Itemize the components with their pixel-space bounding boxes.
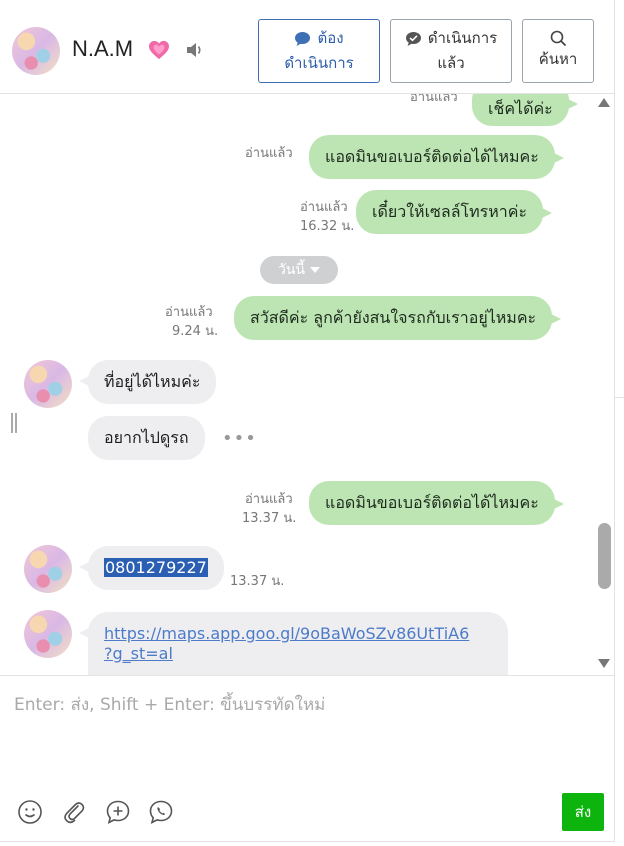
add-chat-icon[interactable] [105,799,131,825]
read-status: อ่านแล้ว [410,94,458,105]
chevron-down-icon [310,267,320,273]
send-button[interactable]: ส่ง [562,793,604,831]
message-time: 13.37 น. [242,511,297,526]
chat-bubble-icon [295,31,311,46]
message-bubble-out[interactable]: แอดมินขอเบอร์ติดต่อได้ไหมคะ [309,135,564,179]
search-label: ค้นหา [538,50,578,68]
resize-handle[interactable] [9,413,19,433]
emoji-icon[interactable] [17,799,43,825]
heart-icon [149,40,169,60]
chat-header: N.A.M ต้อง ดำเนินการ ดำเนินการ แล้ว ค้นห… [0,0,615,94]
message-bubble-out[interactable]: แอดมินขอเบอร์ติดต่อได้ไหมคะ [309,481,564,525]
message-time: 9.24 น. [172,324,219,339]
message-bubble-in[interactable]: https://maps.app.goo.gl/9oBaWoSZv86UtTiA… [79,612,508,675]
message-bubble-in[interactable]: ที่อยู่ได้ไหมค่ะ [78,360,217,404]
todo-button[interactable]: ต้อง ดำเนินการ [258,19,380,83]
more-options-icon[interactable]: ••• [222,428,257,449]
map-link-line2: ?g_st=al [104,644,173,663]
date-divider-label: วันนี้ [277,262,305,278]
scroll-down-arrow[interactable] [598,659,610,668]
message-bubble-out[interactable]: เดี๋ยวให้เซลล์โทรหาค่ะ [356,190,553,234]
sender-avatar[interactable] [24,610,72,658]
paperclip-icon[interactable] [61,799,87,825]
date-divider[interactable]: วันนี้ [260,256,338,284]
done-button[interactable]: ดำเนินการ แล้ว [390,19,512,83]
phone-bubble-icon[interactable] [148,799,174,825]
map-link-line1: https://maps.app.goo.gl/9oBaWoSZv86UtTiA… [104,624,470,643]
read-status: อ่านแล้ว [300,200,348,215]
read-status: อ่านแล้ว [245,146,293,161]
read-status: อ่านแล้ว [245,492,293,507]
message-bubble-out[interactable]: เช็คได้ค่ะ [472,94,578,126]
check-bubble-icon [405,31,421,46]
speaker-icon[interactable] [186,42,204,58]
message-input[interactable] [0,676,600,776]
message-bubble-out[interactable]: สวัสดีค่ะ ลูกค้ายังสนใจรถกับเราอยู่ไหมคะ [234,296,562,340]
done-label-line1: ดำเนินการ [427,29,498,47]
phone-number-text[interactable]: 0801279227 [104,558,208,577]
message-list[interactable]: อ่านแล้ว เช็คได้ค่ะ อ่านแล้ว แอดมินขอเบอ… [0,94,615,675]
message-bubble-in[interactable]: อยากไปดูรถ [88,416,205,460]
message-composer: ส่ง [0,675,615,842]
message-time: 16.32 น. [300,219,355,234]
search-icon [550,30,566,47]
sender-avatar[interactable] [24,545,72,593]
scrollbar-thumb[interactable] [598,523,611,589]
read-status: อ่านแล้ว [165,305,213,320]
contact-avatar[interactable] [12,27,60,75]
map-link[interactable]: https://maps.app.goo.gl/9oBaWoSZv86UtTiA… [104,624,469,663]
scroll-up-arrow[interactable] [598,98,610,107]
search-button[interactable]: ค้นหา [522,19,594,83]
divider [615,397,624,398]
todo-label-line1: ต้อง [317,29,344,47]
message-time: 13.37 น. [230,574,285,589]
done-label-line2: แล้ว [437,54,465,72]
sender-avatar[interactable] [24,360,72,408]
todo-label-line2: ดำเนินการ [284,54,354,72]
message-bubble-in[interactable]: 0801279227 [79,546,224,590]
contact-name[interactable]: N.A.M [72,36,133,62]
